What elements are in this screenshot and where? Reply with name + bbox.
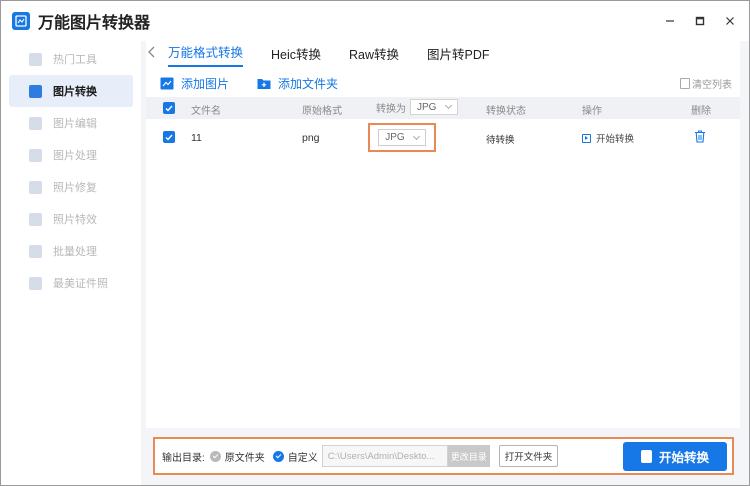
trash-icon[interactable] [694,130,706,146]
custom-folder-radio[interactable] [272,450,284,462]
sidebar-item-id-photo[interactable]: 最美证件照 [1,267,141,299]
chevron-down-icon [412,132,420,140]
row-format-select[interactable]: JPG [378,129,426,146]
sidebar-item-label: 最美证件照 [53,278,108,290]
sidebar-item-batch[interactable]: 批量处理 [1,235,141,267]
photo-effect-icon [29,212,42,226]
add-image-icon [160,77,174,89]
output-path-field[interactable]: C:\Users\Admin\Deskto... [321,445,448,467]
header-convert-to: 转换为 [376,104,406,115]
change-directory-button[interactable]: 更改目录 [447,445,490,467]
tab-raw[interactable]: Raw转换 [349,44,399,67]
header-original-format: 原始格式 [302,106,342,117]
row-start-convert-label: 开始转换 [596,134,635,145]
header-delete: 删除 [691,106,711,117]
row-checkbox[interactable] [163,131,175,143]
row-format-value: JPG [385,132,405,143]
header-action: 操作 [582,106,602,117]
image-convert-icon [29,84,42,98]
custom-folder-label: 自定义 [287,452,318,464]
row-original-format: png [302,132,320,144]
add-folder-icon [257,78,271,89]
app-title: 万能图片转换器 [38,15,151,32]
sidebar-item-label: 批量处理 [53,246,97,258]
header-status: 转换状态 [486,106,526,117]
window-controls [655,6,745,36]
tab-heic[interactable]: Heic转换 [271,44,321,67]
sidebar-item-image-process[interactable]: 图片处理 [1,139,141,171]
sidebar-item-hot-tools[interactable]: 热门工具 [1,43,141,75]
sidebar-item-image-convert[interactable]: 图片转换 [9,75,133,107]
sidebar-item-label: 图片转换 [53,86,97,98]
sidebar-item-label: 图片编辑 [53,118,97,130]
photo-repair-icon [29,180,42,194]
image-edit-icon [29,116,42,130]
main-panel: 万能格式转换 Heic转换 Raw转换 图片转PDF 添加图片 添加文件夹 清空… [146,41,740,428]
clear-list-icon [680,78,690,89]
output-bar: 输出目录: 原文件夹 自定义 C:\Users\Admin\Deskto... … [153,437,734,475]
tab-universal-format[interactable]: 万能格式转换 [168,42,244,67]
sidebar-item-label: 图片处理 [53,150,97,162]
header-filename: 文件名 [191,106,221,117]
app-logo-icon [12,12,30,30]
select-all-checkbox[interactable] [163,102,175,114]
start-convert-label: 开始转换 [658,450,709,465]
convert-icon [640,449,652,463]
image-process-icon [29,148,42,162]
tab-bar: 万能格式转换 Heic转换 Raw转换 图片转PDF [146,41,740,67]
start-convert-button[interactable]: 开始转换 [623,441,727,471]
sidebar-item-photo-repair[interactable]: 照片修复 [1,171,141,203]
row-filename: 11 [191,132,202,144]
clear-list-button[interactable]: 清空列表 [680,76,732,91]
minimize-button[interactable] [655,6,685,36]
play-icon [582,133,591,143]
open-folder-button[interactable]: 打开文件夹 [498,445,559,467]
add-image-label: 添加图片 [181,76,230,91]
sidebar: 热门工具 图片转换 图片编辑 图片处理 照片修复 照片特效 批量处理 最美证件照 [1,41,141,485]
back-arrow-icon[interactable] [147,45,159,59]
row-start-convert-button[interactable]: 开始转换 [582,131,634,145]
sidebar-item-photo-effect[interactable]: 照片特效 [1,203,141,235]
batch-icon [29,244,42,258]
sidebar-item-label: 照片修复 [53,182,97,194]
toolbar: 添加图片 添加文件夹 清空列表 [146,69,740,97]
table-header: 文件名 原始格式 转换为 JPG 转换状态 操作 删除 [146,97,740,119]
app-window: 万能图片转换器 热门工具 图片转换 图片编辑 图片处理 照片修复 照片特效 批量… [0,0,750,486]
sidebar-item-image-edit[interactable]: 图片编辑 [1,107,141,139]
title-bar: 万能图片转换器 [1,1,749,41]
clear-list-label: 清空列表 [692,80,732,91]
maximize-button[interactable] [685,6,715,36]
sidebar-item-label: 热门工具 [53,54,97,66]
row-format-highlight: JPG [368,123,436,152]
original-folder-radio[interactable] [209,450,221,462]
original-folder-label: 原文件夹 [224,452,265,464]
add-image-button[interactable]: 添加图片 [160,75,229,92]
table-row: 11 png JPG 待转换 开始转换 [146,119,740,157]
add-folder-button[interactable]: 添加文件夹 [257,75,338,92]
header-convert-to-group: 转换为 JPG [376,99,459,115]
tab-image-to-pdf[interactable]: 图片转PDF [427,44,490,67]
id-photo-icon [29,276,42,290]
header-format-select[interactable]: JPG [410,99,459,115]
output-directory-label: 输出目录: [162,452,205,464]
chevron-down-icon [445,101,453,110]
add-folder-label: 添加文件夹 [278,76,339,91]
sidebar-item-label: 照片特效 [53,214,97,226]
row-status: 待转换 [486,135,515,146]
close-button[interactable] [715,6,745,36]
grid-icon [29,52,42,66]
header-format-value: JPG [417,101,437,113]
